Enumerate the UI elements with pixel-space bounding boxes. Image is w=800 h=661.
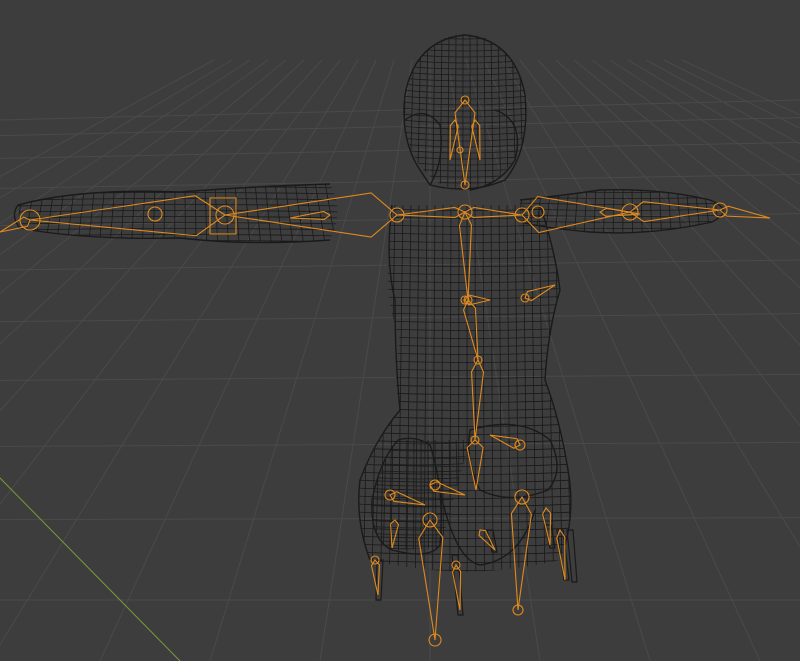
grid-line xyxy=(0,173,800,189)
grid-line xyxy=(0,59,215,178)
grid-line xyxy=(519,59,800,427)
y-axis-line xyxy=(0,477,181,661)
arm-left-mid-joint[interactable] xyxy=(147,206,163,222)
right-arm-outline xyxy=(519,189,713,234)
appendage-mesh xyxy=(451,554,464,616)
viewport-scene[interactable] xyxy=(0,0,800,661)
humanoid-figure-mesh[interactable] xyxy=(2,30,740,616)
grid-line xyxy=(609,59,800,185)
grid-line xyxy=(591,59,800,212)
strap-a[interactable] xyxy=(370,559,380,596)
hand-right[interactable] xyxy=(719,205,771,219)
grid-line xyxy=(0,59,359,646)
chest-bone[interactable] xyxy=(462,299,479,361)
grid-line xyxy=(0,59,269,256)
grid-line xyxy=(0,59,251,224)
grid-line xyxy=(573,59,800,246)
grid-line xyxy=(0,59,341,506)
grid-line xyxy=(0,313,800,323)
grid-line xyxy=(555,59,800,289)
grid-line xyxy=(0,99,800,121)
grid-line xyxy=(0,517,800,521)
clavicle-right[interactable] xyxy=(463,206,523,219)
viewport-grid xyxy=(0,59,800,661)
spine-bone[interactable] xyxy=(458,210,473,301)
floor-grid-lines xyxy=(0,59,800,661)
3d-viewport[interactable] xyxy=(0,0,800,661)
appendage-mesh xyxy=(486,529,498,553)
clavicle-left[interactable] xyxy=(396,206,467,219)
grid-line xyxy=(537,59,800,346)
humanoid-armature[interactable] xyxy=(0,95,771,647)
grid-line xyxy=(627,59,800,163)
left-hand xyxy=(13,204,21,229)
grid-line xyxy=(0,59,233,199)
grid-line xyxy=(681,59,800,116)
grid-line xyxy=(645,59,800,145)
